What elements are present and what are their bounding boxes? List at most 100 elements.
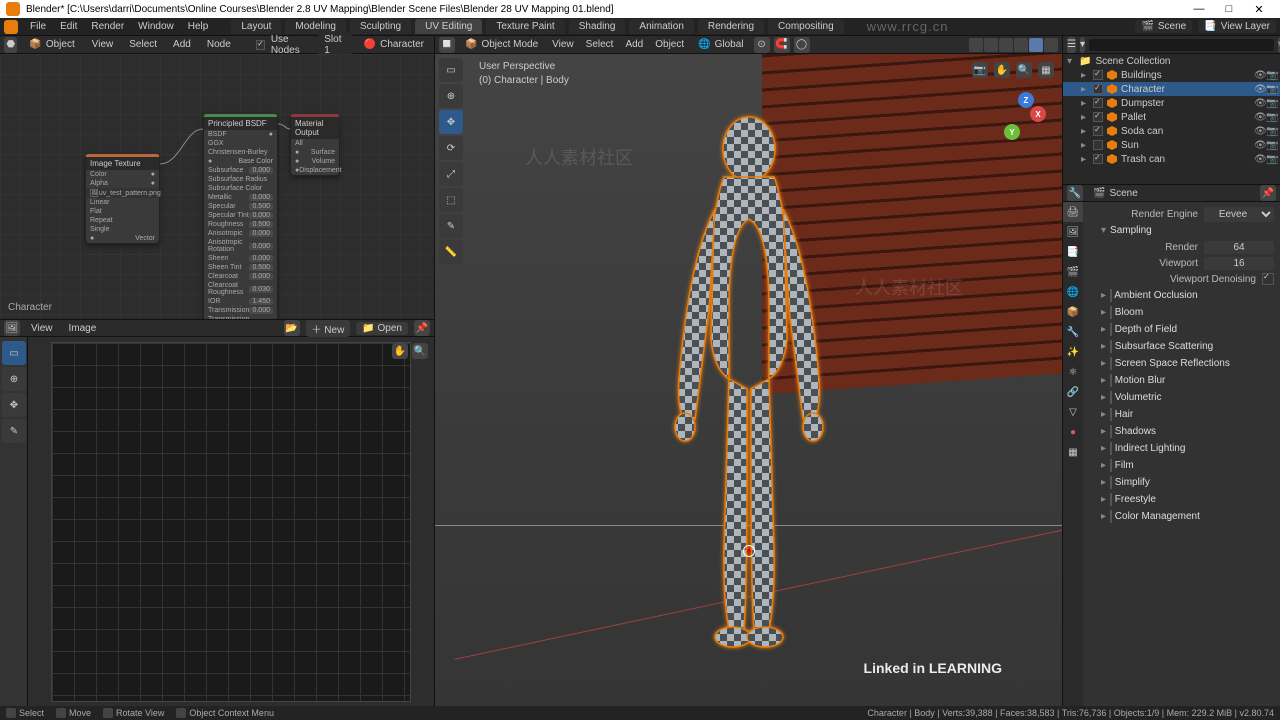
viewport-denoising-checkbox[interactable]	[1262, 273, 1274, 285]
orbit-gizmo[interactable]: X Y Z	[1000, 94, 1050, 144]
editor-type-icon[interactable]: 🔧	[1067, 185, 1083, 201]
render-icon[interactable]: 📷	[1266, 140, 1276, 150]
tab-texture[interactable]: ▦	[1063, 442, 1083, 462]
section-checkbox[interactable]	[1110, 408, 1112, 421]
tool-move[interactable]: ✥	[439, 110, 463, 134]
pan-icon[interactable]: ✋	[392, 343, 408, 359]
node-material-output[interactable]: Material Output All ●Surface ●Volume ●Di…	[290, 114, 340, 176]
tab-world[interactable]: 🌐	[1063, 282, 1083, 302]
menu-help[interactable]: Help	[182, 21, 215, 32]
tab-sculpting[interactable]: Sculpting	[350, 19, 411, 34]
section-bloom[interactable]: ▸ Bloom	[1089, 304, 1274, 321]
section-color-management[interactable]: ▸ Color Management	[1089, 508, 1274, 525]
pan-gizmo-icon[interactable]: ✋	[994, 62, 1010, 78]
tab-animation[interactable]: Animation	[629, 19, 693, 34]
section-shadows[interactable]: ▸ Shadows	[1089, 423, 1274, 440]
render-icon[interactable]: 📷	[1266, 84, 1276, 94]
perspective-gizmo-icon[interactable]: ▦	[1038, 62, 1054, 78]
outliner-collection[interactable]: ▾📁Scene Collection	[1063, 54, 1280, 68]
display-mode-icon[interactable]: ▾	[1080, 37, 1085, 53]
ne-select[interactable]: Select	[124, 39, 162, 50]
tool-select[interactable]: ▭	[2, 341, 26, 365]
menu-render[interactable]: Render	[85, 21, 130, 32]
editor-type-icon[interactable]: 🔲	[439, 37, 455, 53]
section-checkbox[interactable]	[1110, 510, 1112, 523]
tab-output[interactable]: 🖼	[1063, 222, 1083, 242]
open-image-button[interactable]: 📁 Open	[356, 322, 408, 335]
use-nodes-checkbox[interactable]	[256, 40, 265, 50]
visibility-icon[interactable]: 👁	[1254, 98, 1264, 108]
outliner-item-character[interactable]: ▸Character👁📷	[1063, 82, 1280, 96]
visibility-icon[interactable]: 👁	[1254, 126, 1264, 136]
outliner-item-sun[interactable]: ▸Sun👁📷	[1063, 138, 1280, 152]
pin-icon[interactable]: 📌	[414, 320, 430, 336]
section-subsurface-scattering[interactable]: ▸ Subsurface Scattering	[1089, 338, 1274, 355]
uv-editor-area[interactable]: ▭ ⊕ ✥ ✎ ✋ 🔍	[0, 337, 434, 706]
character-mesh[interactable]	[629, 109, 869, 649]
vp-view[interactable]: View	[548, 39, 578, 50]
rendered-shading[interactable]	[1044, 38, 1058, 52]
section-hair[interactable]: ▸ Hair	[1089, 406, 1274, 423]
tab-viewlayer[interactable]: 📑	[1063, 242, 1083, 262]
section-screen-space-reflections[interactable]: ▸ Screen Space Reflections	[1089, 355, 1274, 372]
maximize-button[interactable]: □	[1214, 3, 1244, 15]
render-icon[interactable]: 📷	[1266, 70, 1276, 80]
collection-checkbox[interactable]	[1093, 84, 1103, 94]
tool-rotate[interactable]: ⟳	[439, 136, 463, 160]
visibility-icon[interactable]: 👁	[1254, 154, 1264, 164]
mode-selector[interactable]: 📦 Object Mode	[459, 38, 544, 51]
proportional-icon[interactable]: ◯	[794, 37, 810, 53]
render-icon[interactable]: 📷	[1266, 112, 1276, 122]
tab-texture-paint[interactable]: Texture Paint	[486, 19, 564, 34]
section-checkbox[interactable]	[1110, 340, 1112, 353]
orientation-selector[interactable]: 🌐 Global	[692, 38, 749, 51]
section-checkbox[interactable]	[1110, 459, 1112, 472]
tool-transform[interactable]: ✥	[2, 393, 26, 417]
section-sampling[interactable]: ▾Sampling	[1089, 222, 1274, 239]
collection-checkbox[interactable]	[1093, 70, 1103, 80]
context-breadcrumb[interactable]: 🎬 Scene	[1087, 187, 1144, 200]
tab-particle[interactable]: ✨	[1063, 342, 1083, 362]
vp-object[interactable]: Object	[651, 39, 688, 50]
visibility-icon[interactable]: 👁	[1254, 84, 1264, 94]
tab-physics[interactable]: ⚛	[1063, 362, 1083, 382]
collection-checkbox[interactable]	[1093, 98, 1103, 108]
tab-constraint[interactable]: 🔗	[1063, 382, 1083, 402]
tool-select-box[interactable]: ▭	[439, 58, 463, 82]
menu-file[interactable]: File	[24, 21, 52, 32]
uv-image[interactable]: Image	[64, 323, 102, 334]
section-simplify[interactable]: ▸ Simplify	[1089, 474, 1274, 491]
snap-icon[interactable]: 🧲	[774, 37, 790, 53]
object-mode-selector[interactable]: 📦 Object	[23, 38, 80, 51]
outliner-item-trash-can[interactable]: ▸Trash can👁📷	[1063, 152, 1280, 166]
lookdev-shading[interactable]	[1029, 38, 1043, 52]
render-icon[interactable]: 📷	[1266, 154, 1276, 164]
tab-modifier[interactable]: 🔧	[1063, 322, 1083, 342]
minimize-button[interactable]: —	[1184, 3, 1214, 15]
tab-compositing[interactable]: Compositing	[768, 19, 844, 34]
ne-view[interactable]: View	[87, 39, 119, 50]
section-depth-of-field[interactable]: ▸ Depth of Field	[1089, 321, 1274, 338]
outliner-item-dumpster[interactable]: ▸Dumpster👁📷	[1063, 96, 1280, 110]
outliner-item-buildings[interactable]: ▸Buildings👁📷	[1063, 68, 1280, 82]
visibility-icon[interactable]: 👁	[1254, 112, 1264, 122]
outliner-item-soda-can[interactable]: ▸Soda can👁📷	[1063, 124, 1280, 138]
section-checkbox[interactable]	[1110, 289, 1112, 302]
render-samples-field[interactable]: 64	[1204, 241, 1274, 254]
section-checkbox[interactable]	[1110, 476, 1112, 489]
tab-mesh[interactable]: ▽	[1063, 402, 1083, 422]
solid-shading[interactable]	[1014, 38, 1028, 52]
visibility-icon[interactable]: 👁	[1254, 140, 1264, 150]
section-ambient-occlusion[interactable]: ▸ Ambient Occlusion	[1089, 287, 1274, 304]
pivot-icon[interactable]: ⊙	[754, 37, 770, 53]
outliner[interactable]: ▾📁Scene Collection ▸Buildings👁📷▸Characte…	[1063, 54, 1280, 184]
tab-uv-editing[interactable]: UV Editing	[415, 19, 482, 34]
section-checkbox[interactable]	[1110, 357, 1112, 370]
tab-shading[interactable]: Shading	[569, 19, 626, 34]
section-checkbox[interactable]	[1110, 493, 1112, 506]
tab-layout[interactable]: Layout	[231, 19, 281, 34]
viewport-samples-field[interactable]: 16	[1204, 257, 1274, 270]
render-icon[interactable]: 📷	[1266, 126, 1276, 136]
editor-type-icon[interactable]: ⬣	[4, 37, 17, 53]
collection-checkbox[interactable]	[1093, 154, 1103, 164]
